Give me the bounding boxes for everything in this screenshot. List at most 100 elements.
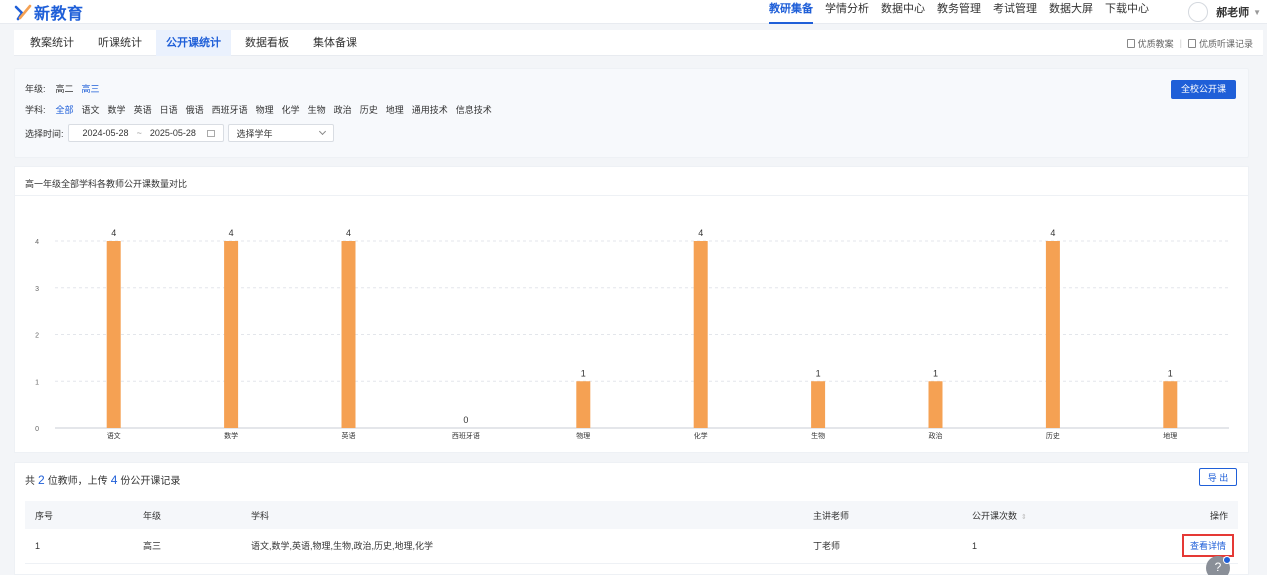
quality-lesson-plan-link[interactable]: 优质教案 xyxy=(1126,37,1174,50)
export-button[interactable]: 导 出 xyxy=(1199,468,1237,486)
chevron-down-icon xyxy=(318,127,326,136)
x-tick-label-5: 化学 xyxy=(694,431,708,440)
nav-item-6[interactable]: 下载中心 xyxy=(1105,0,1149,24)
subject-option-5[interactable]: 俄语 xyxy=(186,103,204,116)
date-start: 2024-05-28 xyxy=(82,128,129,138)
avatar[interactable] xyxy=(1188,2,1209,22)
x-tick-label-9: 地理 xyxy=(1163,431,1177,440)
subject-option-8[interactable]: 化学 xyxy=(282,103,300,116)
nav-item-1[interactable]: 学情分析 xyxy=(825,0,869,24)
tab-list: 教案统计 听课统计 公开课统计 数据看板 集体备课 xyxy=(20,30,371,56)
subject-label: 学科: xyxy=(25,105,46,115)
nav-item-4[interactable]: 考试管理 xyxy=(993,0,1037,24)
bar-1 xyxy=(224,241,239,428)
subject-option-11[interactable]: 历史 xyxy=(360,103,378,116)
top-bar: 新教育 教研集备 学情分析 数据中心 教务管理 考试管理 数据大屏 下载中心 郝老师 ▼ xyxy=(0,0,1267,24)
top-nav: 教研集备 学情分析 数据中心 教务管理 考试管理 数据大屏 下载中心 xyxy=(757,0,1149,24)
col-action: 操作 xyxy=(1162,501,1238,529)
nav-item-5[interactable]: 数据大屏 xyxy=(1049,0,1093,24)
grade-option-1[interactable]: 高三 xyxy=(82,82,100,95)
quality-observation-link[interactable]: 优质听课记录 xyxy=(1187,37,1253,50)
tab-4[interactable]: 集体备课 xyxy=(303,30,367,56)
tab-bar: 教案统计 听课统计 公开课统计 数据看板 集体备课 优质教案 | 优质听课记录 xyxy=(14,30,1263,56)
data-label-0: 4 xyxy=(111,228,116,238)
tab-3[interactable]: 数据看板 xyxy=(235,30,299,56)
data-label-8: 4 xyxy=(1050,228,1055,238)
subject-option-14[interactable]: 信息技术 xyxy=(456,103,492,116)
document-icon xyxy=(1126,38,1135,48)
subject-option-1[interactable]: 语文 xyxy=(82,103,100,116)
nav-item-3[interactable]: 教务管理 xyxy=(937,0,981,24)
sort-icon[interactable]: ⇕ xyxy=(1021,514,1027,521)
subject-filter: 学科: 全部 语文 数学 英语 日语 俄语 西班牙语 物理 化学 生物 政治 历史 地理 通用技术 信息技术 xyxy=(25,103,500,116)
col-subject: 学科 xyxy=(241,501,803,529)
y-tick-label: 2 xyxy=(35,333,39,340)
grade-option-0[interactable]: 高二 xyxy=(56,82,74,95)
subject-option-12[interactable]: 地理 xyxy=(386,103,404,116)
bar-chart: 0 1 2 3 4 4 语文 4 数学 4 英语 0 西班牙语 1 物理 4 化学 1 生物 1 政治 4 历史 1 地理 xyxy=(35,228,1229,440)
tab-1[interactable]: 听课统计 xyxy=(88,30,152,56)
record-summary: 共 2 位教师，上传 4 份公开课记录 xyxy=(25,472,180,487)
cell-teacher: 丁老师 xyxy=(803,529,962,564)
data-label-3: 0 xyxy=(463,415,468,425)
school-year-select[interactable]: 选择学年 xyxy=(227,124,334,142)
chart-panel: 高一年级全部学科各教师公开课数量对比 0 1 2 3 4 4 语文 4 数学 4 英语 0 西班牙语 1 物… xyxy=(14,166,1249,453)
filter-panel: 年级: 高二 高三 学科: 全部 语文 数学 英语 日语 俄语 西班牙语 物理 化学 生物 政治 历史地… xyxy=(14,68,1249,158)
grade-filter: 年级: 高二 高三 xyxy=(25,82,108,95)
subject-option-0[interactable]: 全部 xyxy=(56,103,74,116)
calendar-icon xyxy=(206,129,215,137)
logo-mark-icon xyxy=(14,4,32,21)
user-menu[interactable]: 郝老师 ▼ xyxy=(1188,0,1261,24)
data-label-2: 4 xyxy=(346,228,351,238)
col-index: 序号 xyxy=(25,501,133,529)
subject-option-4[interactable]: 日语 xyxy=(160,103,178,116)
table-row: 1 高三 语文,数学,英语,物理,生物,政治,历史,地理,化学 丁老师 1 查看详情 xyxy=(25,529,1238,564)
x-tick-label-1: 数学 xyxy=(224,431,238,440)
summary-prefix: 共 xyxy=(25,476,35,487)
x-tick-label-0: 语文 xyxy=(107,431,121,440)
tab-right-links: 优质教案 | 优质听课记录 xyxy=(1126,30,1253,56)
subject-option-9[interactable]: 生物 xyxy=(308,103,326,116)
summary-mid: 位教师，上传 xyxy=(47,476,108,487)
col-count[interactable]: 公开课次数 ⇕ xyxy=(962,501,1162,529)
school-year-placeholder: 选择学年 xyxy=(236,128,273,139)
view-detail-link[interactable]: 查看详情 xyxy=(1181,534,1234,558)
date-end: 2025-05-28 xyxy=(149,128,196,138)
data-label-9: 1 xyxy=(1168,368,1173,378)
x-tick-label-6: 生物 xyxy=(811,431,825,440)
record-icon xyxy=(1187,38,1196,48)
col-teacher: 主讲老师 xyxy=(803,501,962,529)
records-table: 序号 年级 学科 主讲老师 公开课次数 ⇕ 操作 1 高三 语文,数学,英语,物理,生… xyxy=(25,501,1238,564)
subject-option-10[interactable]: 政治 xyxy=(334,103,352,116)
nav-item-0[interactable]: 教研集备 xyxy=(769,0,813,24)
date-separator: ~ xyxy=(136,128,142,138)
subject-option-6[interactable]: 西班牙语 xyxy=(212,103,248,116)
col-count-label: 公开课次数 xyxy=(972,510,1018,521)
cell-grade: 高三 xyxy=(133,529,241,564)
x-tick-label-7: 政治 xyxy=(929,431,943,440)
record-count: 4 xyxy=(110,473,118,487)
tab-2[interactable]: 公开课统计 xyxy=(156,30,231,56)
x-tick-label-8: 历史 xyxy=(1046,431,1060,440)
subject-option-7[interactable]: 物理 xyxy=(256,103,274,116)
teacher-count: 2 xyxy=(38,473,45,487)
tab-0[interactable]: 教案统计 xyxy=(20,30,84,56)
data-label-6: 1 xyxy=(816,368,821,378)
school-open-class-button[interactable]: 全校公开课 xyxy=(1170,80,1236,99)
cell-count: 1 xyxy=(962,529,1162,564)
subject-option-3[interactable]: 英语 xyxy=(134,103,152,116)
app-logo[interactable]: 新教育 xyxy=(14,1,84,23)
subject-option-2[interactable]: 数学 xyxy=(108,103,126,116)
x-tick-label-2: 英语 xyxy=(342,431,356,440)
notification-dot xyxy=(1223,556,1231,564)
grade-label: 年级: xyxy=(25,84,46,94)
table-header-row: 序号 年级 学科 主讲老师 公开课次数 ⇕ 操作 xyxy=(25,501,1238,529)
subject-option-13[interactable]: 通用技术 xyxy=(412,103,448,116)
y-tick-label: 3 xyxy=(35,286,39,293)
bar-2 xyxy=(341,241,356,428)
x-tick-label-4: 物理 xyxy=(576,431,590,440)
cell-subjects: 语文,数学,英语,物理,生物,政治,历史,地理,化学 xyxy=(241,529,803,564)
date-range-picker[interactable]: 2024-05-28 ~ 2025-05-28 xyxy=(67,124,224,142)
nav-item-2[interactable]: 数据中心 xyxy=(881,0,925,24)
quality-lesson-plan-label: 优质教案 xyxy=(1137,38,1174,49)
